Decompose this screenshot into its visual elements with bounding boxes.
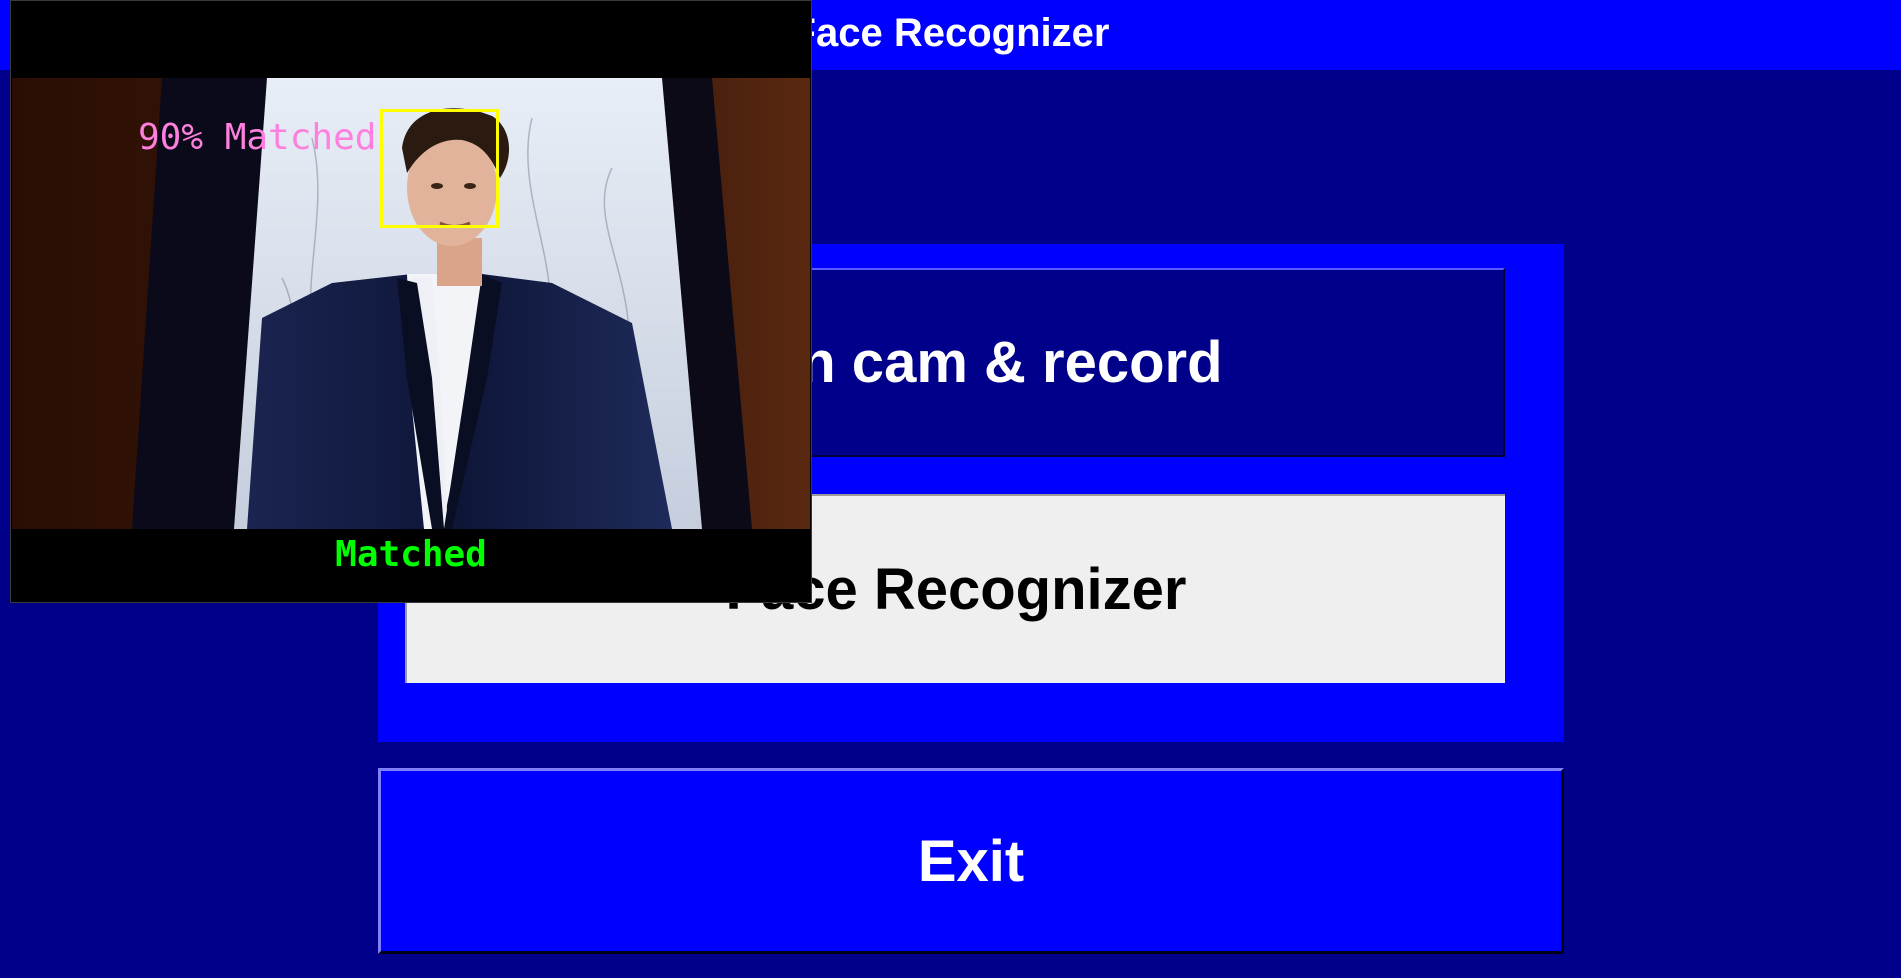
exit-label: Exit: [917, 828, 1025, 894]
camera-preview-window: 90% Matched Matched: [10, 0, 812, 603]
exit-button[interactable]: Exit: [378, 768, 1564, 954]
match-status-label: Matched: [335, 534, 487, 575]
app-window: Face Recognizer Open cam & record Face R…: [0, 0, 1901, 978]
face-detection-box: [380, 109, 499, 228]
match-confidence-label: 90% Matched: [138, 117, 377, 158]
